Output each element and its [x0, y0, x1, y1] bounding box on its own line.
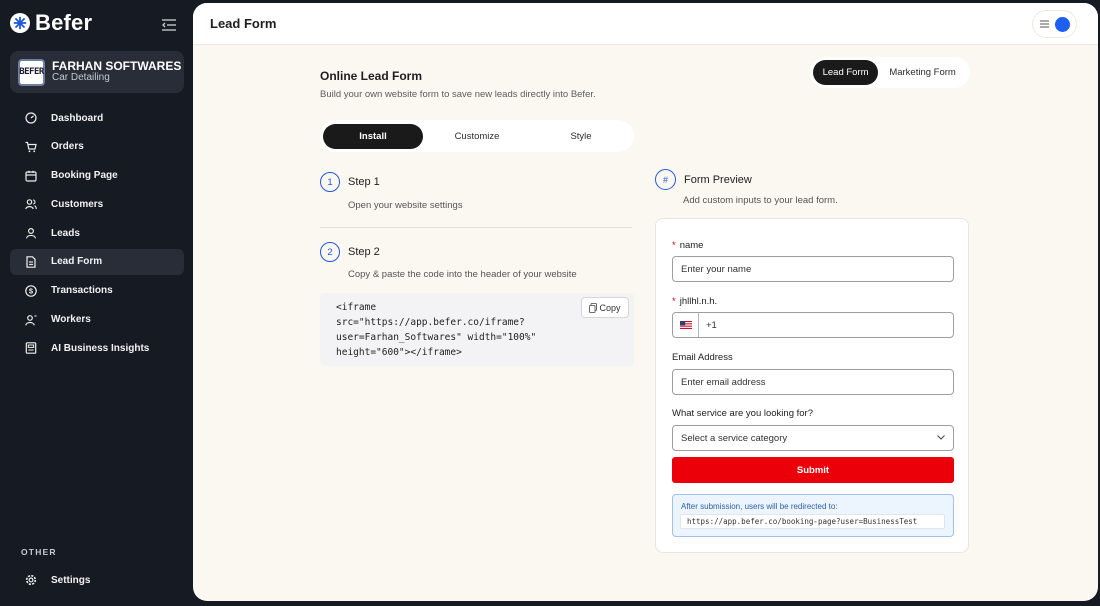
redirect-label: After submission, users will be redirect…	[681, 502, 838, 511]
user-menu[interactable]	[1032, 10, 1077, 38]
sidebar-item-label: Settings	[51, 574, 91, 586]
form-type-toggle: Lead Form Marketing Form	[810, 57, 970, 88]
sidebar-item-label: Orders	[51, 141, 84, 153]
phone-input[interactable]: +1	[672, 312, 954, 338]
required-asterisk: *	[672, 296, 676, 307]
custom-field-label: * jhllhl.n.h.	[672, 296, 718, 307]
sidebar-item-transactions[interactable]: $ Transactions	[10, 278, 184, 304]
tab-customize[interactable]: Customize	[423, 124, 531, 149]
name-input[interactable]: Enter your name	[672, 256, 954, 282]
sidebar-item-label: Customers	[51, 198, 104, 210]
step-label: Step 1	[348, 176, 380, 188]
form-subtitle: Build your own website form to save new …	[320, 89, 596, 100]
sidebar-nav: Dashboard Orders Booking Page Customers …	[10, 105, 184, 364]
avatar	[1054, 16, 1070, 32]
page-title: Lead Form	[210, 16, 277, 31]
chevron-down-icon	[937, 435, 945, 440]
step-2: 2 Step 2	[320, 242, 380, 262]
sidebar-item-booking-page[interactable]: Booking Page	[10, 163, 184, 189]
tab-style[interactable]: Style	[531, 124, 631, 149]
brand[interactable]: Befer	[10, 10, 92, 36]
hash-icon: #	[655, 169, 676, 190]
svg-text:$: $	[29, 286, 34, 295]
sidebar-item-orders[interactable]: Orders	[10, 134, 184, 160]
name-label: * name	[672, 240, 704, 251]
step-label: Step 2	[348, 246, 380, 258]
gear-icon	[25, 574, 37, 586]
topbar: Lead Form	[193, 3, 1098, 45]
copy-label: Copy	[599, 302, 621, 313]
sidebar-item-customers[interactable]: Customers	[10, 191, 184, 217]
email-input[interactable]: Enter email address	[672, 369, 954, 395]
step-number: 2	[320, 242, 340, 262]
brand-name: Befer	[35, 10, 93, 35]
sidebar-item-label: Dashboard	[51, 112, 104, 124]
sidebar-item-settings[interactable]: Settings	[10, 567, 184, 593]
user-icon	[25, 228, 37, 239]
sidebar-item-label: AI Business Insights	[51, 342, 150, 354]
sidebar-item-label: Lead Form	[51, 256, 103, 268]
step-description: Open your website settings	[348, 200, 463, 211]
collapse-sidebar-icon[interactable]	[161, 18, 177, 32]
dollar-icon: $	[25, 284, 37, 297]
redirect-info: After submission, users will be redirect…	[672, 494, 954, 537]
toggle-lead-form[interactable]: Lead Form	[813, 60, 879, 85]
calendar-icon	[25, 170, 37, 182]
service-selected-value: Select a service category	[681, 432, 788, 444]
email-label: Email Address	[672, 352, 733, 363]
sidebar-item-leads[interactable]: Leads	[10, 220, 184, 246]
users-icon	[25, 199, 37, 210]
tab-install[interactable]: Install	[323, 123, 423, 149]
sidebar-item-label: Booking Page	[51, 170, 118, 182]
sidebar: Befer BEFER FARHAN SOFTWARES Car Detaili…	[0, 0, 193, 606]
required-asterisk: *	[672, 240, 676, 251]
form-preview-header: # Form Preview	[655, 169, 752, 190]
us-flag-icon[interactable]	[673, 313, 699, 337]
sidebar-item-ai-business-insights[interactable]: AI Business Insights	[10, 335, 184, 361]
sidebar-item-label: Transactions	[51, 285, 113, 297]
service-select[interactable]: Select a service category	[672, 425, 954, 451]
step-description: Copy & paste the code into the header of…	[348, 269, 577, 280]
report-icon	[25, 342, 37, 355]
company-avatar: BEFER	[18, 58, 45, 86]
copy-icon	[589, 302, 598, 313]
phone-value: +1	[706, 319, 717, 331]
submit-button[interactable]: Submit	[672, 457, 954, 483]
service-label: What service are you looking for?	[672, 408, 813, 419]
sparkle-logo-icon	[10, 13, 30, 33]
step-1: 1 Step 1	[320, 172, 380, 192]
form-preview-title: Form Preview	[684, 173, 752, 186]
form-tabs: Install Customize Style	[320, 120, 634, 152]
company-switcher[interactable]: BEFER FARHAN SOFTWARES Car Detailing	[10, 51, 184, 93]
company-subtitle: Car Detailing	[52, 72, 110, 84]
redirect-url: https://app.befer.co/booking-page?user=B…	[680, 514, 945, 529]
copy-button[interactable]: Copy	[581, 297, 629, 318]
main-panel: Lead Form Online Lead Form Build your ow…	[193, 3, 1098, 601]
form-title: Online Lead Form	[320, 69, 423, 83]
sidebar-section-other: OTHER	[21, 547, 57, 557]
sidebar-item-label: Leads	[51, 227, 80, 239]
sidebar-item-label: Workers	[51, 314, 91, 326]
document-icon	[26, 256, 36, 268]
menu-icon	[1039, 20, 1049, 28]
sidebar-item-dashboard[interactable]: Dashboard	[10, 105, 184, 131]
gauge-icon	[25, 112, 37, 124]
toggle-marketing-form[interactable]: Marketing Form	[878, 60, 967, 85]
sidebar-item-lead-form[interactable]: Lead Form	[10, 248, 184, 275]
sidebar-item-workers[interactable]: Workers	[10, 307, 184, 333]
form-preview-subtitle: Add custom inputs to your lead form.	[683, 195, 838, 206]
cart-icon	[25, 141, 37, 152]
workers-icon	[25, 314, 37, 326]
divider	[320, 227, 632, 228]
step-number: 1	[320, 172, 340, 192]
form-preview-card: * name Enter your name * jhllhl.n.h. +1 Em…	[655, 218, 969, 553]
